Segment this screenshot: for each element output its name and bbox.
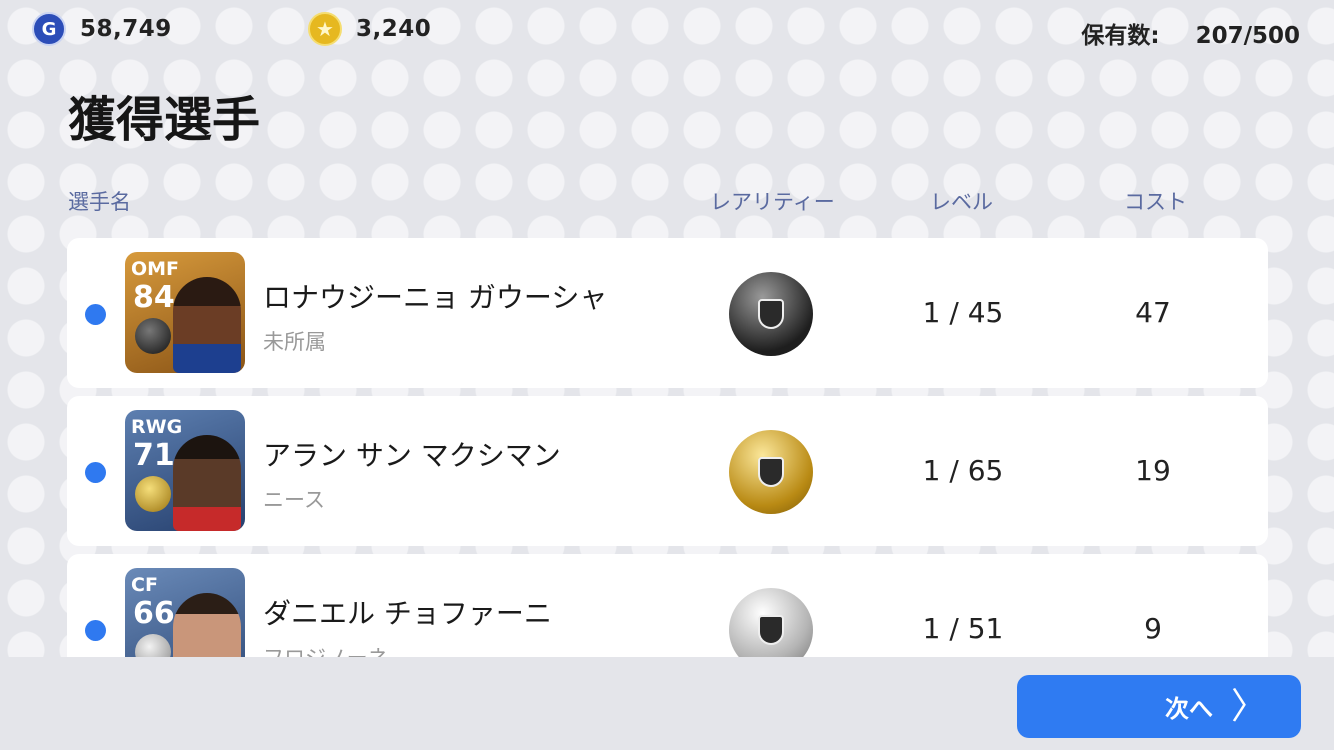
player-rating: 71 <box>133 438 175 473</box>
player-level: 1 / 51 <box>922 612 1004 645</box>
column-header-cost: コスト <box>1124 190 1187 214</box>
new-indicator-dot <box>85 620 106 641</box>
page-title: 獲得選手 <box>68 92 261 148</box>
player-cost: 9 <box>1144 612 1162 645</box>
player-position: OMF <box>131 258 180 280</box>
top-bar: G 58,749 ★ 3,240 保有数: 207/500 <box>0 12 1334 52</box>
player-club: 未所属 <box>263 330 326 354</box>
player-card[interactable]: CF 66 <box>125 568 245 658</box>
player-list[interactable]: OMF 84 ロナウジーニョ ガウーシャ 未所属 1 / 45 47 RWG 7… <box>67 238 1268 658</box>
card-rarity-ball-icon <box>135 476 171 512</box>
player-rating: 66 <box>133 596 175 631</box>
player-position: RWG <box>131 416 183 438</box>
column-header-name: 選手名 <box>68 190 131 214</box>
owned-count: 保有数: 207/500 <box>1081 16 1300 50</box>
column-header-rarity: レアリティー <box>710 190 835 214</box>
g-coin-icon: G <box>32 12 66 46</box>
gp-value: 58,749 <box>80 16 172 42</box>
next-button-label: 次へ <box>1164 695 1213 723</box>
player-club: フロジノーネ <box>263 646 389 658</box>
card-rarity-ball-icon <box>135 634 171 658</box>
player-rating: 84 <box>133 280 175 315</box>
chevron-right-icon: 〉 <box>1230 685 1267 727</box>
coin-value: 3,240 <box>356 16 432 42</box>
black-ball-icon <box>729 272 813 356</box>
player-level: 1 / 45 <box>922 296 1004 329</box>
gp-counter: G 58,749 <box>32 12 172 46</box>
coin-counter: ★ 3,240 <box>308 12 431 46</box>
player-cost: 19 <box>1135 454 1171 487</box>
player-cost: 47 <box>1135 296 1171 329</box>
list-item[interactable]: CF 66 ダニエル チョファーニ フロジノーネ 1 / 51 9 <box>67 554 1268 658</box>
player-card[interactable]: OMF 84 <box>125 252 245 373</box>
player-portrait <box>173 435 241 531</box>
column-header-level: レベル <box>930 190 993 214</box>
player-club: ニース <box>263 488 325 512</box>
player-position: CF <box>131 574 158 596</box>
next-button[interactable]: 次へ 〉 <box>1017 675 1301 738</box>
player-card[interactable]: RWG 71 <box>125 410 245 531</box>
player-portrait <box>173 277 241 373</box>
gold-ball-icon <box>729 430 813 514</box>
owned-value: 207/500 <box>1195 23 1300 49</box>
list-item[interactable]: OMF 84 ロナウジーニョ ガウーシャ 未所属 1 / 45 47 <box>67 238 1268 388</box>
list-item[interactable]: RWG 71 アラン サン マクシマン ニース 1 / 65 19 <box>67 396 1268 546</box>
owned-label: 保有数: <box>1081 23 1160 49</box>
player-portrait <box>173 593 241 658</box>
player-name: ロナウジーニョ ガウーシャ <box>263 281 608 314</box>
player-name: アラン サン マクシマン <box>263 439 561 472</box>
new-indicator-dot <box>85 304 106 325</box>
player-name: ダニエル チョファーニ <box>263 597 552 630</box>
new-indicator-dot <box>85 462 106 483</box>
silver-ball-icon <box>729 588 813 658</box>
player-level: 1 / 65 <box>922 454 1004 487</box>
star-coin-icon: ★ <box>308 12 342 46</box>
card-rarity-ball-icon <box>135 318 171 354</box>
